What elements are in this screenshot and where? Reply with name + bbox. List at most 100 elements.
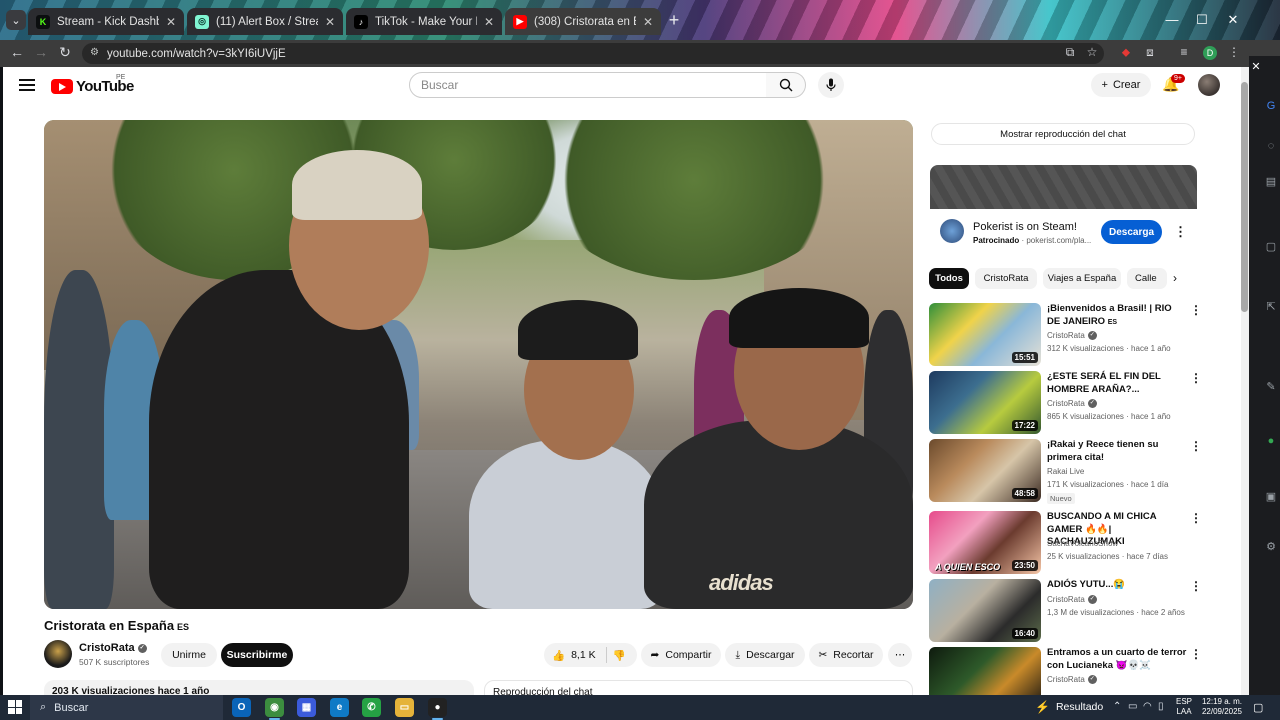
description-box[interactable]: 203 K visualizaciones hace 1 año bbox=[44, 680, 474, 695]
taskbar-search[interactable]: ⌕ Buscar bbox=[30, 695, 223, 720]
edge-icon[interactable]: e bbox=[330, 698, 349, 717]
wifi-icon[interactable]: ◠ bbox=[1143, 701, 1152, 712]
video-thumbnail[interactable]: 15:51 bbox=[929, 303, 1041, 366]
recommended-video[interactable]: 16:40 ADIÓS YUTU...😭 CristoRata ✓ 1,3 M d… bbox=[929, 579, 1202, 643]
channel-name[interactable]: SachaVolcanoShow bbox=[1047, 539, 1118, 548]
chip-calle[interactable]: Calle bbox=[1127, 268, 1167, 289]
account-avatar[interactable] bbox=[1198, 74, 1220, 96]
video-thumbnail[interactable]: A QUIEN ESCO 23:50 bbox=[929, 511, 1041, 574]
badge-icon[interactable]: ● bbox=[1265, 435, 1277, 447]
voice-search-button[interactable] bbox=[818, 72, 844, 98]
video-menu-icon[interactable]: ⋮ bbox=[1190, 439, 1202, 453]
video-menu-icon[interactable]: ⋮ bbox=[1190, 303, 1202, 317]
battery-icon[interactable]: ▯ bbox=[1158, 701, 1164, 712]
chrome-icon[interactable]: ◉ bbox=[265, 698, 284, 720]
channel-name[interactable]: CristoRata ✓ bbox=[1047, 595, 1097, 605]
google-icon[interactable]: G bbox=[1265, 100, 1277, 112]
chip-cristorata[interactable]: CristoRata bbox=[975, 268, 1037, 289]
tab-kick-dashboard[interactable]: K Stream - Kick Dashboard ✕ bbox=[28, 8, 184, 35]
channel-avatar[interactable] bbox=[44, 640, 72, 668]
video-menu-icon[interactable]: ⋮ bbox=[1190, 511, 1202, 525]
create-button[interactable]: + Crear bbox=[1091, 73, 1151, 97]
forward-icon[interactable]: → bbox=[32, 44, 50, 60]
video-title[interactable]: Entramos a un cuarto de terror con Lucia… bbox=[1047, 647, 1187, 672]
recommended-video[interactable]: 48:58 ¡Rakai y Reece tienen su primera c… bbox=[929, 439, 1202, 504]
video-title[interactable]: ADIÓS YUTU...😭 bbox=[1047, 579, 1187, 592]
video-player[interactable]: adidas bbox=[44, 120, 913, 609]
tab-streamlabs[interactable]: ◎ (11) Alert Box / Streamlabs ✕ bbox=[187, 8, 343, 35]
clock[interactable]: 12:19 a. m. 22/09/2025 bbox=[1200, 697, 1242, 717]
recommended-video[interactable]: 17:22 ¿ESTE SERÁ EL FIN DEL HOMBRE ARAÑA… bbox=[929, 371, 1202, 435]
side-panel-close-icon[interactable]: ✕ bbox=[1250, 60, 1262, 73]
weather-widget[interactable]: ⚡ Resultado bbox=[1035, 700, 1103, 714]
close-icon[interactable]: ✕ bbox=[484, 15, 494, 29]
tray-app-icon[interactable]: ▭ bbox=[1128, 701, 1137, 712]
keyboard-language[interactable]: ESP LAA bbox=[1176, 697, 1192, 717]
recommended-video[interactable]: A QUIEN ESCO 23:50 BUSCANDO A MI CHICA G… bbox=[929, 511, 1202, 575]
page-icon[interactable]: ▢ bbox=[1265, 240, 1277, 253]
ad-download-button[interactable]: Descarga bbox=[1101, 220, 1162, 244]
chat-replay-panel[interactable]: Reproducción del chat bbox=[484, 680, 913, 695]
tab-tiktok[interactable]: ♪ TikTok - Make Your Day ✕ bbox=[346, 8, 502, 35]
back-icon[interactable]: ← bbox=[8, 44, 26, 60]
clip-button[interactable]: ✂ Recortar bbox=[809, 643, 883, 667]
windows-start-icon[interactable] bbox=[8, 700, 22, 714]
browser-menu-icon[interactable]: ⋮ bbox=[1226, 45, 1242, 59]
minimize-icon[interactable]: — bbox=[1164, 12, 1180, 27]
chevron-right-icon[interactable]: › bbox=[1173, 271, 1177, 285]
close-icon[interactable]: ✕ bbox=[166, 15, 176, 29]
layout-icon[interactable]: ▣ bbox=[1265, 490, 1277, 503]
media-control-icon[interactable]: ≡ bbox=[1176, 45, 1192, 59]
whatsapp-icon[interactable]: ✆ bbox=[362, 698, 381, 717]
advertiser-icon[interactable] bbox=[940, 219, 964, 243]
chat-icon[interactable]: ◌ bbox=[1265, 140, 1277, 152]
cast-icon[interactable]: ⧉ bbox=[1062, 45, 1078, 60]
address-bar[interactable]: ⚙ youtube.com/watch?v=3kYI6iUVjjE bbox=[82, 43, 1104, 64]
bookmark-star-icon[interactable]: ☆ bbox=[1084, 45, 1100, 59]
ad-banner-image[interactable] bbox=[930, 165, 1197, 209]
tab-search-menu-button[interactable]: ⌄ bbox=[6, 10, 26, 30]
profile-avatar[interactable]: D bbox=[1203, 46, 1217, 60]
notes-icon[interactable]: ▤ bbox=[1265, 175, 1277, 188]
search-button[interactable] bbox=[766, 72, 806, 98]
ad-title[interactable]: Pokerist is on Steam! bbox=[973, 221, 1077, 233]
download-button[interactable]: ⤓ Descargar bbox=[725, 643, 805, 667]
notification-center-icon[interactable]: ▢ bbox=[1253, 701, 1263, 714]
close-icon[interactable]: ✕ bbox=[643, 15, 653, 29]
share-button[interactable]: ➦ Compartir bbox=[641, 643, 721, 667]
join-button[interactable]: Unirme bbox=[161, 643, 217, 667]
tray-chevron-icon[interactable]: ⌃ bbox=[1113, 701, 1121, 712]
channel-name[interactable]: CristoRata ✓ bbox=[1047, 331, 1097, 341]
menu-hamburger-icon[interactable] bbox=[19, 79, 35, 91]
search-input[interactable]: Buscar bbox=[409, 72, 767, 98]
reload-icon[interactable]: ↻ bbox=[56, 44, 74, 61]
extension-icon[interactable]: ⬥ bbox=[1118, 45, 1134, 60]
share-icon[interactable]: ⇱ bbox=[1265, 300, 1277, 313]
channel-name[interactable]: CristoRata ✓ bbox=[1047, 675, 1097, 685]
video-menu-icon[interactable]: ⋮ bbox=[1190, 647, 1202, 661]
subscribe-button[interactable]: Suscribirme bbox=[221, 643, 293, 667]
close-icon[interactable]: ✕ bbox=[325, 15, 335, 29]
ad-menu-icon[interactable]: ⋮ bbox=[1174, 224, 1187, 240]
channel-name[interactable]: CristoRata ✓ bbox=[1047, 399, 1097, 409]
video-title[interactable]: ¿ESTE SERÁ EL FIN DEL HOMBRE ARAÑA?... bbox=[1047, 371, 1187, 396]
file-explorer-icon[interactable]: ▭ bbox=[395, 698, 414, 717]
video-thumbnail[interactable]: 16:40 bbox=[929, 579, 1041, 642]
video-menu-icon[interactable]: ⋮ bbox=[1190, 371, 1202, 385]
scrollbar-thumb[interactable] bbox=[1241, 82, 1248, 312]
settings-gear-icon[interactable]: ⚙ bbox=[1265, 540, 1277, 553]
more-actions-button[interactable]: ⋯ bbox=[888, 643, 912, 667]
video-thumbnail[interactable] bbox=[929, 647, 1041, 695]
video-thumbnail[interactable]: 48:58 bbox=[929, 439, 1041, 502]
chip-todos[interactable]: Todos bbox=[929, 268, 969, 289]
show-chat-replay-button[interactable]: Mostrar reproducción del chat bbox=[931, 123, 1195, 145]
channel-name[interactable]: CristoRata ✓ bbox=[79, 642, 147, 654]
chip-viajes-espana[interactable]: Viajes a España bbox=[1043, 268, 1121, 289]
outlook-icon[interactable]: O bbox=[232, 698, 251, 717]
new-tab-button[interactable]: + bbox=[664, 11, 684, 31]
recommended-video[interactable]: Entramos a un cuarto de terror con Lucia… bbox=[929, 647, 1202, 695]
pen-icon[interactable]: ✎ bbox=[1265, 380, 1277, 393]
channel-name[interactable]: Rakai Live bbox=[1047, 467, 1084, 476]
tab-youtube[interactable]: ▶ (308) Cristorata en España es - ✕ bbox=[505, 8, 661, 35]
thumbs-down-icon[interactable]: 👎 bbox=[613, 649, 626, 662]
